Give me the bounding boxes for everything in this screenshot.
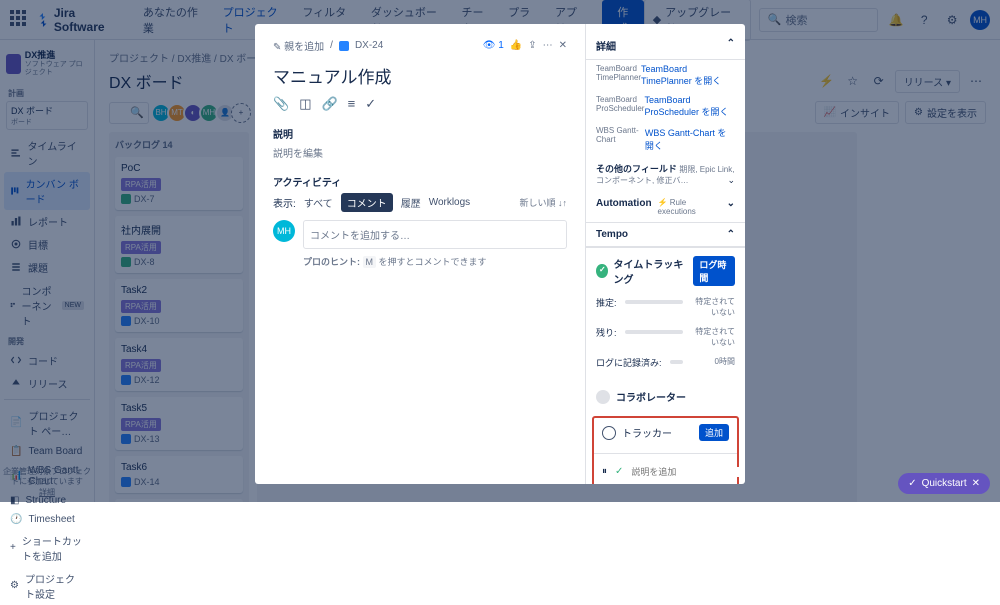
link-icon[interactable]: 🔗 <box>321 96 337 112</box>
pause-icon[interactable]: ⏸ <box>602 466 607 477</box>
tab-comments[interactable]: コメント <box>341 193 393 212</box>
clock-icon <box>602 426 616 440</box>
activity-heading: アクティビティ <box>273 174 567 189</box>
quickstart-button[interactable]: ✓ Quickstart ✕ <box>898 473 990 494</box>
proscheduler-link[interactable]: TeamBoard ProScheduler を開く <box>644 95 735 118</box>
subtask-icon[interactable]: ◫ <box>299 96 311 112</box>
share-icon[interactable]: ⇪ <box>528 40 536 51</box>
sidebar-shortcut[interactable]: +ショートカットを追加 <box>4 529 90 567</box>
issue-type-icon <box>339 41 349 51</box>
collaborators-section[interactable]: コラボレーター <box>586 381 745 412</box>
submit-icon[interactable]: ✓ <box>615 466 623 477</box>
log-time-button[interactable]: ログ時間 <box>693 256 735 286</box>
comment-input[interactable]: コメントを追加する… <box>303 220 567 249</box>
sort-toggle[interactable]: 新しい順 ↓↑ <box>519 196 567 209</box>
watch-icon[interactable]: 👁 1 <box>483 40 504 51</box>
vote-icon[interactable]: 👍 <box>510 40 522 51</box>
confluence-icon[interactable]: ≡ <box>348 96 356 112</box>
person-icon <box>596 390 610 404</box>
attach-icon[interactable]: 📎 <box>273 96 289 112</box>
timeplanner-link[interactable]: TeamBoard TimePlanner を開く <box>641 64 735 87</box>
add-parent-link[interactable]: ✎ 親を追加 <box>273 38 324 53</box>
issue-key-link[interactable]: DX-24 <box>355 40 383 51</box>
details-section[interactable]: 詳細⌃ <box>596 38 735 53</box>
tempo-section[interactable]: Tempo⌃ <box>596 229 735 240</box>
gantt-link[interactable]: WBS Gantt-Chart を開く <box>645 126 735 152</box>
more-actions-icon[interactable]: ⋯ <box>543 40 553 51</box>
tab-history[interactable]: 履歴 <box>401 195 421 210</box>
tab-worklogs[interactable]: Worklogs <box>429 197 471 208</box>
time-tracking-heading: タイムトラッキング <box>614 256 688 286</box>
sidebar-project-settings[interactable]: ⚙プロジェクト設定 <box>4 567 90 605</box>
tracker-desc-input[interactable] <box>631 467 745 477</box>
check-circle-icon <box>596 264 608 278</box>
comment-avatar: MH <box>273 220 295 242</box>
tracker-section: トラッカー 追加 ⏸ ✓ 23秒 ✕ <box>592 416 739 484</box>
other-fields-section[interactable]: その他のフィールド 期限, Epic Link, コンポーネント, 修正バ… ⌄ <box>586 156 745 192</box>
pro-tip: プロのヒント: M を押すとコメントできます <box>303 255 567 268</box>
check-icon[interactable]: ✓ <box>365 96 376 112</box>
tab-all[interactable]: すべて <box>304 195 333 210</box>
issue-title[interactable]: マニュアル作成 <box>273 63 567 88</box>
description-edit[interactable]: 説明を編集 <box>273 145 567 160</box>
automation-section[interactable]: Automation ⚡ Rule executions⌄ <box>596 198 735 216</box>
close-icon[interactable]: ✕ <box>559 40 567 51</box>
tracker-add-button[interactable]: 追加 <box>699 424 729 441</box>
sidebar-timesheet[interactable]: 🕐Timesheet <box>4 510 90 529</box>
description-heading: 説明 <box>273 126 567 141</box>
